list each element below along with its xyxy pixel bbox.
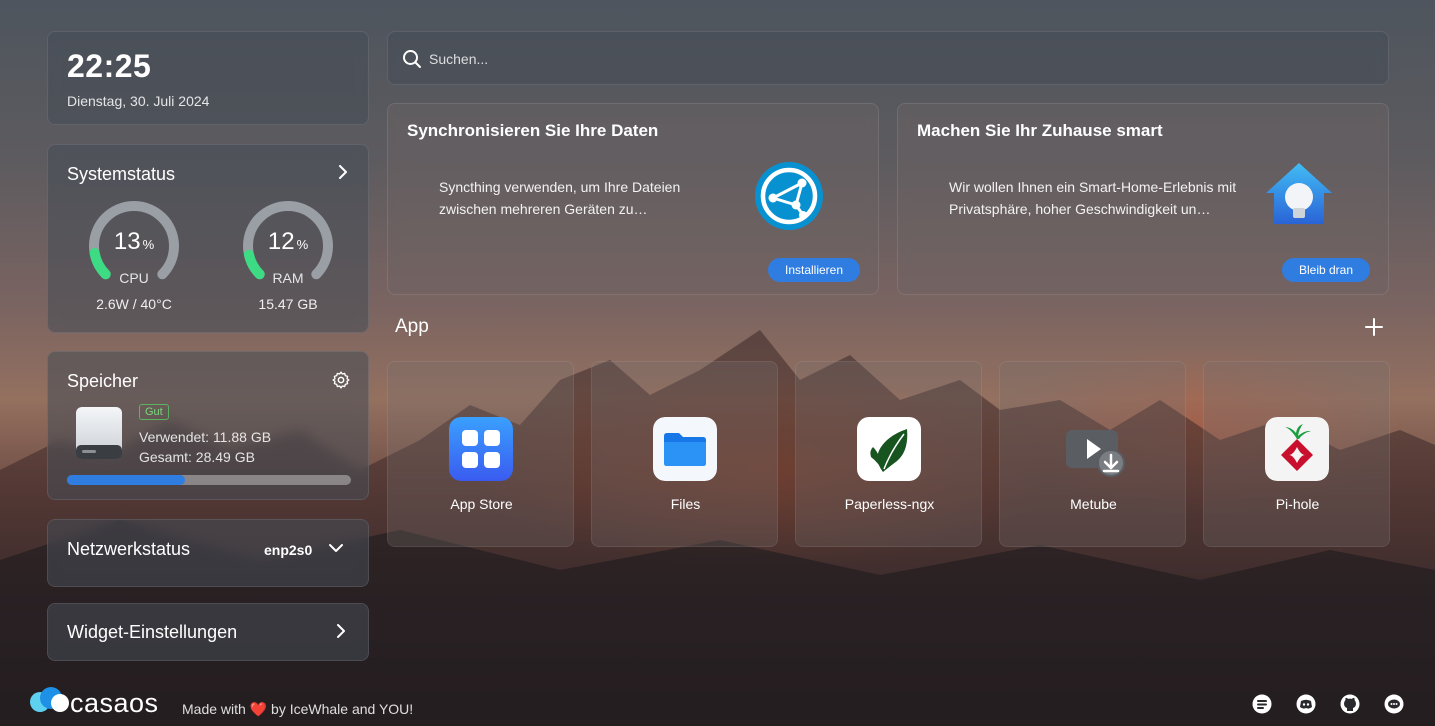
footer-credits: Made with ❤️ by IceWhale and YOU! (182, 701, 414, 717)
app-tile-metube[interactable]: Metube (999, 361, 1186, 547)
syncthing-icon (755, 162, 823, 230)
cpu-value: 13% (113, 228, 155, 255)
install-button[interactable]: Installieren (768, 258, 860, 282)
cpu-gauge: 13% CPU (86, 198, 182, 298)
home-assistant-icon (1266, 163, 1332, 224)
app-label: Metube (1070, 496, 1117, 512)
message-icon[interactable] (1252, 694, 1272, 714)
promo-card-syncthing: Synchronisieren Sie Ihre Daten Syncthing… (387, 103, 879, 295)
search-input[interactable]: Suchen... (429, 51, 488, 67)
apps-section-title: App (395, 316, 429, 337)
widget-settings-button[interactable]: Widget-Einstellungen (47, 603, 369, 661)
app-tile-files[interactable]: Files (591, 361, 778, 547)
storage-widget: Speicher Gut Verwendet: 11.88 GB Gesamt:… (47, 351, 369, 500)
app-label: Paperless-ngx (844, 496, 935, 512)
search-icon (403, 50, 421, 68)
folder-icon (653, 417, 717, 481)
status-badge: Gut (139, 404, 169, 420)
chevron-right-icon[interactable] (334, 624, 348, 638)
promo-title: Machen Sie Ihr Zuhause smart (917, 121, 1163, 140)
app-tile-pi-hole[interactable]: Pi-hole (1203, 361, 1390, 547)
network-interface-select[interactable]: enp2s0 (264, 542, 312, 558)
clock-time: 22:25 (67, 48, 152, 84)
leaf-icon (857, 417, 921, 481)
ram-label: RAM (272, 270, 304, 286)
app-label: App Store (450, 496, 513, 512)
ram-value: 12% (267, 228, 309, 255)
clock-widget: 22:25 Dienstag, 30. Juli 2024 (47, 31, 369, 125)
hard-drive-icon (76, 407, 122, 459)
casaos-logo-text: casaos (70, 688, 159, 718)
gear-icon[interactable] (331, 370, 351, 390)
system-status-widget: Systemstatus 13% CPU 2.6W / 40°C 12% RAM… (47, 144, 369, 333)
app-tile-app-store[interactable]: App Store (387, 361, 574, 547)
cpu-detail: 2.6W / 40°C (96, 296, 172, 312)
promo-description: Syncthing verwenden, um Ihre Dateien zwi… (439, 179, 681, 217)
discord-icon[interactable] (1296, 694, 1316, 714)
storage-title: Speicher (67, 371, 139, 391)
cpu-label: CPU (119, 270, 149, 286)
stay-tuned-button[interactable]: Bleib dran (1282, 258, 1370, 282)
promo-card-home-assistant: Machen Sie Ihr Zuhause smart Wir wollen … (897, 103, 1389, 295)
storage-usage-fill (67, 475, 186, 485)
storage-usage-bar (67, 475, 351, 485)
chat-icon[interactable] (1384, 694, 1404, 714)
app-label: Files (670, 496, 701, 512)
widget-settings-label: Widget-Einstellungen (67, 622, 238, 642)
system-status-title: Systemstatus (67, 164, 176, 184)
pihole-icon (1265, 417, 1329, 481)
promo-title: Synchronisieren Sie Ihre Daten (407, 121, 659, 140)
clock-date: Dienstag, 30. Juli 2024 (67, 93, 210, 109)
plus-icon[interactable] (1364, 317, 1384, 337)
network-status-title: Netzwerkstatus (67, 539, 191, 559)
app-tile-paperless-ngx[interactable]: Paperless-ngx (795, 361, 982, 547)
chevron-right-icon[interactable] (336, 165, 350, 179)
storage-used: Verwendet: 11.88 GB (139, 429, 272, 445)
heart-icon: ❤️ (249, 701, 268, 717)
app-label: Pi-hole (1275, 496, 1320, 512)
storage-total: Gesamt: 28.49 GB (139, 449, 255, 465)
casaos-logo-icon (30, 687, 69, 712)
network-status-widget[interactable]: Netzwerkstatus enp2s0 (47, 519, 369, 587)
ram-detail: 15.47 GB (258, 296, 318, 312)
github-icon[interactable] (1340, 694, 1360, 714)
promo-description: Wir wollen Ihnen ein Smart-Home-Erlebnis… (949, 179, 1237, 217)
chevron-down-icon[interactable] (329, 541, 343, 555)
video-download-icon (1066, 430, 1125, 477)
search-bar[interactable]: Suchen... (387, 31, 1389, 85)
app-store-icon (449, 417, 513, 481)
ram-gauge: 12% RAM (240, 198, 336, 298)
